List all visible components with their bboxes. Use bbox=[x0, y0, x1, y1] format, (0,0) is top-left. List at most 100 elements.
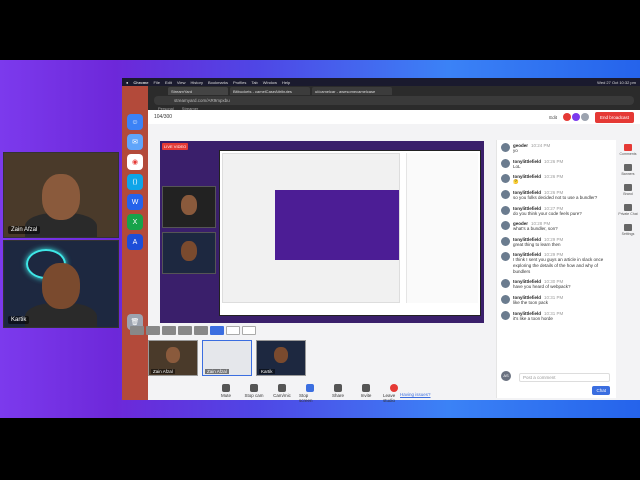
rail-label: Comments bbox=[619, 152, 637, 156]
rail-brand[interactable]: Brand bbox=[623, 184, 633, 196]
preview-cam-kartik bbox=[162, 232, 216, 274]
screen-share-icon bbox=[306, 384, 314, 392]
invite-button[interactable]: Invite bbox=[355, 384, 377, 403]
viewer-counter: 104/300 bbox=[154, 114, 173, 120]
rail-banners[interactable]: Banners bbox=[621, 164, 635, 176]
chat-text: great thing to learn then bbox=[513, 241, 561, 247]
layout-news[interactable] bbox=[194, 326, 208, 335]
chat-time: 10:26 PM bbox=[544, 174, 564, 180]
excel-icon[interactable]: X bbox=[127, 214, 143, 230]
chat-author: geoder 10:24 PM bbox=[513, 143, 550, 148]
chat-time: 10:27 PM bbox=[544, 205, 564, 211]
layout-leader[interactable] bbox=[178, 326, 192, 335]
menu-profiles[interactable]: Profiles bbox=[233, 80, 246, 85]
thumb-kartik[interactable]: Kartik bbox=[256, 340, 306, 376]
chat-user: tonylittlefield bbox=[513, 310, 541, 316]
chrome-icon[interactable]: ◉ bbox=[127, 154, 143, 170]
preview-shared-screen bbox=[219, 150, 481, 316]
menu-view[interactable]: View bbox=[177, 80, 186, 85]
layout-thin[interactable] bbox=[146, 326, 160, 335]
end-broadcast-button[interactable]: End broadcast bbox=[594, 111, 634, 123]
chat-input-avatar: AS bbox=[501, 371, 511, 381]
chat-message: tonylittlefield 10:27 PM do you think your… bbox=[497, 205, 616, 218]
menu-tab[interactable]: Tab bbox=[251, 80, 257, 85]
brand-icon bbox=[624, 184, 632, 191]
word-icon[interactable]: W bbox=[127, 194, 143, 210]
layout-selector bbox=[130, 326, 256, 335]
avatar bbox=[501, 279, 510, 289]
participant-thumbnails: Zain Afzal Zain Afzal Kartik bbox=[148, 340, 306, 376]
mail-icon[interactable]: ✉ bbox=[127, 134, 143, 150]
rail-comments[interactable]: Comments bbox=[619, 144, 637, 156]
preview-cam-zain bbox=[162, 186, 216, 228]
menu-window[interactable]: Window bbox=[263, 80, 277, 85]
avatar bbox=[501, 294, 510, 304]
person-face bbox=[42, 262, 80, 309]
layout-cinema[interactable] bbox=[226, 326, 240, 335]
menu-file[interactable]: File bbox=[154, 80, 160, 85]
menubar-clock: Wed 27 Oct 10:32 pm bbox=[597, 79, 636, 85]
chat-text: what's a bundler, son? bbox=[513, 226, 558, 232]
thumb-name: Kartik bbox=[259, 369, 275, 374]
chat-text: so you folks decided not to use a bundle… bbox=[513, 194, 598, 200]
person-face bbox=[166, 347, 180, 364]
chat-message: tonylittlefield 10:31 PM like the toon pac… bbox=[497, 294, 616, 307]
avatar bbox=[501, 143, 510, 152]
apple-icon[interactable]: ● bbox=[126, 80, 128, 85]
settings-icon bbox=[624, 224, 632, 231]
menu-history[interactable]: History bbox=[191, 80, 203, 85]
studio-controls: Mute Stop cam Cam/mic Stop screen Share … bbox=[215, 384, 405, 403]
nested-chat bbox=[406, 153, 478, 303]
gear-icon bbox=[278, 384, 286, 392]
chat-message-body: geoder 10:24 PM yo bbox=[513, 143, 550, 154]
chat-time: 10:24 PM bbox=[531, 143, 551, 148]
layout-group[interactable] bbox=[162, 326, 176, 335]
menu-help[interactable]: Help bbox=[282, 80, 290, 85]
rail-private-chat[interactable]: Private Chat bbox=[618, 204, 638, 216]
finder-icon[interactable]: ☺ bbox=[127, 114, 143, 130]
ctrl-label: Share bbox=[331, 393, 344, 398]
person-face bbox=[274, 347, 288, 364]
menu-bookmarks[interactable]: Bookmarks bbox=[208, 80, 228, 85]
url-bar[interactable]: streamyard.com/AR9mpxbu bbox=[154, 96, 634, 105]
menu-edit[interactable]: Edit bbox=[165, 80, 172, 85]
stop-screen-button[interactable]: Stop screen bbox=[299, 384, 321, 403]
vscode-icon[interactable]: ⟨⟩ bbox=[127, 174, 143, 190]
chat-author: tonylittlefield 10:26 PM bbox=[513, 159, 563, 164]
chat-message: tonylittlefield 10:30 PM have you heard of… bbox=[497, 278, 616, 291]
edit-button[interactable]: Edit bbox=[549, 115, 557, 120]
studio-topbar: 104/300 Edit End broadcast bbox=[148, 110, 640, 124]
chat-message: tonylittlefield 10:26 PM so you folks deci… bbox=[497, 189, 616, 202]
nested-preview bbox=[275, 190, 399, 260]
thumb-zain[interactable]: Zain Afzal bbox=[148, 340, 198, 376]
tab-streamyard[interactable]: StreamYard bbox=[168, 87, 228, 95]
chat-message-body: tonylittlefield 10:27 PM do you think your… bbox=[513, 206, 582, 217]
share-button[interactable]: Share bbox=[327, 384, 349, 403]
layout-screen[interactable] bbox=[210, 326, 224, 335]
ctrl-label: Stop cam bbox=[244, 393, 264, 398]
mute-button[interactable]: Mute bbox=[215, 384, 237, 403]
cam-mic-button[interactable]: Cam/mic bbox=[271, 384, 293, 403]
appstore-icon[interactable]: A bbox=[127, 234, 143, 250]
avatar bbox=[501, 189, 510, 199]
chat-input[interactable]: Post a comment bbox=[519, 373, 610, 382]
layout-blank[interactable] bbox=[242, 326, 256, 335]
chat-send-button[interactable]: Chat bbox=[592, 386, 610, 395]
person-face bbox=[181, 195, 197, 215]
rail-label: Private Chat bbox=[618, 212, 638, 216]
avatar bbox=[501, 221, 510, 231]
rail-label: Banners bbox=[621, 172, 635, 176]
thumb-screen[interactable]: Zain Afzal bbox=[202, 340, 252, 376]
layout-solo[interactable] bbox=[130, 326, 144, 335]
browser-tabs: StreamYard Bitbuckets - camelCaseAttribu… bbox=[148, 86, 640, 95]
chat-message: tonylittlefield 10:29 PM I think I sent yo… bbox=[497, 251, 616, 275]
invite-icon bbox=[362, 384, 370, 392]
tab-camelcase[interactable]: ui/camelcar - awesomecamelcase bbox=[312, 87, 392, 95]
having-issues-link[interactable]: Having issues? bbox=[400, 392, 431, 397]
stop-cam-button[interactable]: Stop cam bbox=[243, 384, 265, 403]
rail-settings[interactable]: Settings bbox=[622, 224, 634, 236]
private-chat-icon bbox=[623, 204, 632, 211]
webcam-name-label: Kartik bbox=[8, 316, 30, 324]
menu-app-name[interactable]: Chrome bbox=[133, 80, 148, 85]
tab-bitbucket[interactable]: Bitbuckets - camelCaseAttributes bbox=[230, 87, 310, 95]
